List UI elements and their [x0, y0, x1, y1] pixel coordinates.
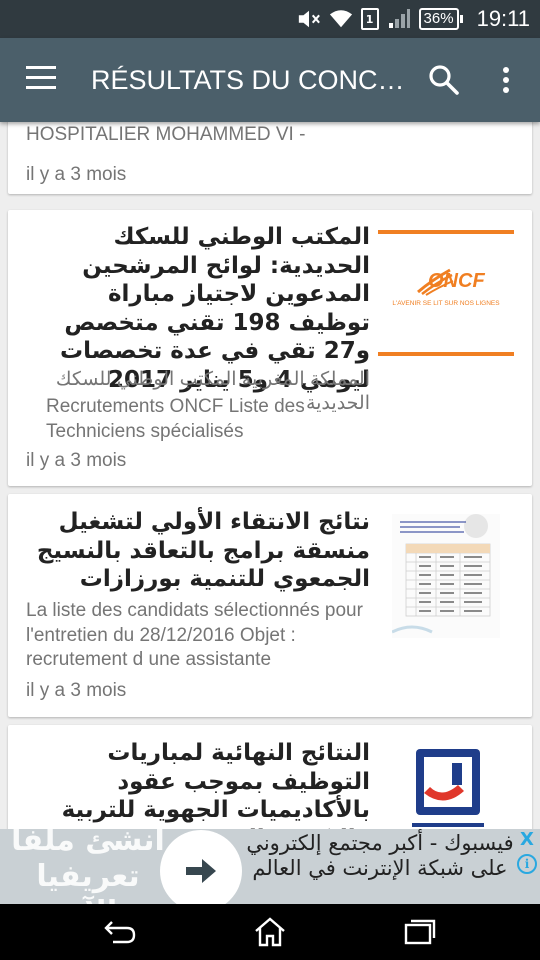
academy-logo-thumbnail: [408, 747, 488, 829]
ad-info-icon[interactable]: i: [517, 854, 537, 874]
ad-arrow-button[interactable]: [160, 830, 242, 904]
results-list[interactable]: DE LA SANTE CENTRE HOSPITALIER MOHAMMED …: [0, 122, 540, 829]
signal-icon: [387, 7, 411, 31]
wifi-icon: [329, 7, 353, 31]
page-title: RÉSULTATS DU CONCOURS: [91, 65, 409, 95]
card-time: il y a 3 mois: [26, 450, 127, 471]
card-title: نتائج الانتقاء الأولي لتشغيل منسقة برامج…: [36, 509, 370, 592]
battery-level: 36%: [418, 8, 459, 30]
system-nav-bar: [0, 904, 540, 960]
more-vert-icon[interactable]: [496, 64, 516, 96]
card-description-fr: Recrutements ONCF Liste des Techniciens …: [46, 396, 305, 442]
arrow-right-icon: [186, 859, 216, 883]
search-icon[interactable]: [428, 64, 460, 96]
ad-banner[interactable]: انشئ ملفا تعريفيا الآن فيسبوك - أكبر مجت…: [0, 829, 540, 904]
ad-close-icon[interactable]: X: [518, 831, 536, 849]
card-description: La liste des candidats sélectionnés pour…: [26, 600, 363, 670]
card-time: il y a 3 mois: [26, 164, 127, 185]
oncf-brand: ONCF: [428, 270, 485, 292]
back-icon[interactable]: [103, 916, 137, 948]
status-bar: 1 36% 19:11: [0, 0, 540, 38]
home-icon[interactable]: [253, 916, 287, 948]
list-item[interactable]: نتائج الانتقاء الأولي لتشغيل منسقة برامج…: [8, 494, 532, 717]
app-toolbar: RÉSULTATS DU CONCOURS: [0, 38, 540, 122]
document-thumbnail: [391, 514, 500, 638]
list-item[interactable]: النتائج النهائية لمباريات التوظيف بموجب …: [8, 725, 532, 829]
ad-cta-text: انشئ ملفا تعريفيا الآن: [11, 829, 165, 904]
ad-body-text: فيسبوك - أكبر مجتمع إلكتروني على شبكة ال…: [246, 831, 514, 880]
mute-icon: [297, 7, 321, 31]
sim-icon: 1: [360, 8, 379, 30]
academy-logo-icon: [412, 749, 484, 827]
list-item[interactable]: DE LA SANTE CENTRE HOSPITALIER MOHAMMED …: [8, 122, 532, 194]
oncf-logo-thumbnail: ONCF L'AVENIR SE LIT SUR NOS LIGNES: [378, 230, 514, 358]
card-title: النتائج النهائية لمباريات التوظيف بموجب …: [61, 740, 370, 829]
oncf-slogan: L'AVENIR SE LIT SUR NOS LIGNES: [392, 300, 500, 307]
list-item[interactable]: المكتب الوطني للسكك الحديدية: لوائح المر…: [8, 210, 532, 486]
card-time: il y a 3 mois: [26, 680, 127, 701]
menu-icon[interactable]: [26, 66, 56, 94]
table-document-icon: [391, 514, 500, 638]
card-description: DE LA SANTE CENTRE HOSPITALIER MOHAMMED …: [26, 124, 306, 145]
recents-icon[interactable]: [403, 916, 437, 948]
clock: 19:11: [476, 6, 530, 31]
battery-icon: 36%: [418, 8, 463, 30]
